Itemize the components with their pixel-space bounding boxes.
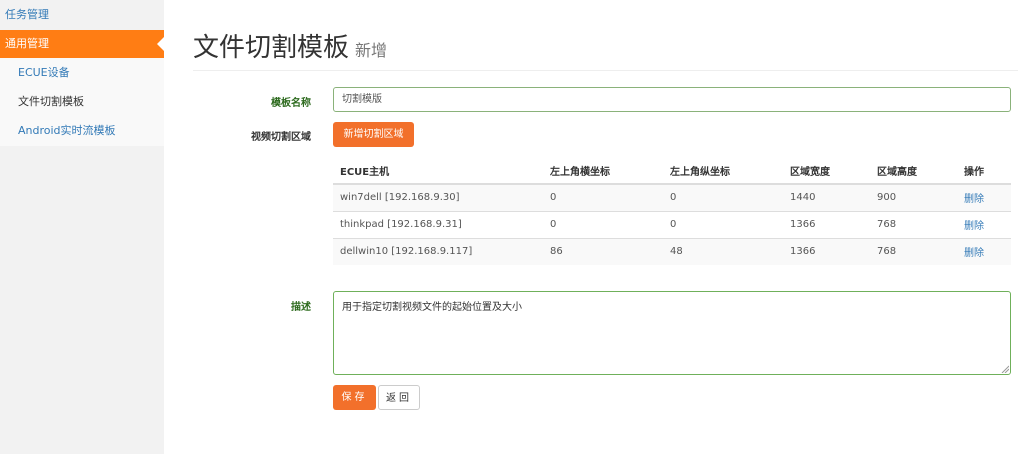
cell-host: win7dell [192.168.9.30]: [333, 183, 543, 211]
table-row: dellwin10 [192.168.9.117] 86 48 1366 768…: [333, 237, 1011, 265]
page-subtitle: 新增: [355, 41, 388, 60]
resize-handle-icon[interactable]: [1000, 364, 1009, 373]
template-name-label: 模板名称: [271, 98, 311, 109]
cell-host: thinkpad [192.168.9.31]: [333, 210, 543, 238]
cell-y: 0: [663, 210, 783, 238]
col-header-y: 左上角纵坐标: [663, 157, 783, 185]
template-name-input[interactable]: 切割模版: [333, 87, 1011, 112]
cell-x: 0: [543, 183, 663, 211]
cell-x: 0: [543, 210, 663, 238]
description-label: 描述: [291, 302, 311, 313]
cut-area-table: ECUE主机 左上角横坐标 左上角纵坐标 区域宽度 区域高度 操作 win7de…: [333, 157, 1011, 265]
cell-y: 48: [663, 237, 783, 265]
add-cut-area-button[interactable]: 新增切割区域: [333, 122, 414, 147]
table-row: thinkpad [192.168.9.31] 0 0 1366 768 删除: [333, 210, 1011, 238]
page-title: 文件切割模板: [193, 33, 350, 63]
col-header-x: 左上角横坐标: [543, 157, 663, 185]
page-title-block: 文件切割模板 新增: [193, 27, 387, 64]
save-button[interactable]: 保存: [333, 385, 376, 410]
col-header-host: ECUE主机: [333, 157, 543, 185]
cut-area-label: 视频切割区域: [251, 132, 311, 143]
cell-width: 1366: [783, 237, 870, 265]
cell-height: 768: [870, 237, 957, 265]
sidebar-item-android-stream-template[interactable]: Android实时流模板: [0, 117, 164, 145]
delete-link[interactable]: 删除: [964, 221, 984, 232]
cell-x: 86: [543, 237, 663, 265]
table-header-row: ECUE主机 左上角横坐标 左上角纵坐标 区域宽度 区域高度 操作: [333, 157, 1011, 185]
sidebar: 任务管理 通用管理 ECUE设备 文件切割模板 Android实时流模板: [0, 0, 164, 454]
sidebar-item-general-management[interactable]: 通用管理: [0, 30, 164, 58]
cell-y: 0: [663, 183, 783, 211]
delete-link[interactable]: 删除: [964, 194, 984, 205]
table-row: win7dell [192.168.9.30] 0 0 1440 900 删除: [333, 183, 1011, 211]
description-textarea[interactable]: 用于指定切割视频文件的起始位置及大小: [333, 291, 1011, 375]
cell-host: dellwin10 [192.168.9.117]: [333, 237, 543, 265]
delete-link[interactable]: 删除: [964, 248, 984, 259]
col-header-action: 操作: [957, 157, 1011, 185]
sidebar-item-task-management[interactable]: 任务管理: [0, 1, 164, 29]
cell-height: 900: [870, 183, 957, 211]
col-header-height: 区域高度: [870, 157, 957, 185]
back-button[interactable]: 返回: [378, 385, 420, 410]
col-header-width: 区域宽度: [783, 157, 870, 185]
header-divider: [193, 70, 1018, 71]
sidebar-item-file-cut-template[interactable]: 文件切割模板: [0, 88, 164, 116]
cell-width: 1366: [783, 210, 870, 238]
cell-width: 1440: [783, 183, 870, 211]
cell-height: 768: [870, 210, 957, 238]
sidebar-item-ecue-device[interactable]: ECUE设备: [0, 59, 164, 87]
